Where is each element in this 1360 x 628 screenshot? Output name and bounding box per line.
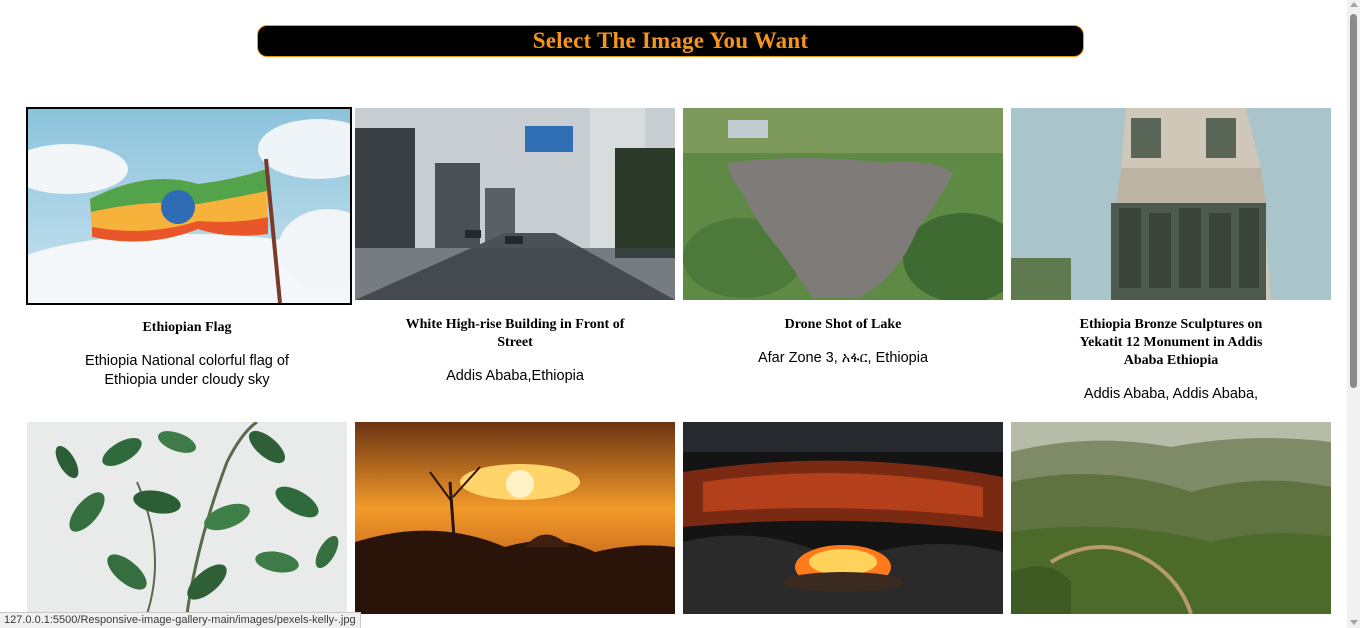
card-title: Drone Shot of Lake	[784, 317, 902, 332]
card-description: Ethiopia National colorful flag of Ethio…	[85, 353, 289, 388]
page-header: Select The Image You Want	[257, 25, 1084, 57]
card-title: Ethiopian Flag	[142, 320, 232, 335]
lava-lake-image[interactable]	[683, 422, 1003, 614]
lake-drone-image[interactable]	[683, 108, 1003, 300]
gallery-card-sunset[interactable]	[355, 422, 675, 614]
gallery-card-mountains[interactable]	[1011, 422, 1331, 614]
gallery-card-leaves[interactable]	[27, 422, 347, 614]
scrollbar-thumb[interactable]	[1350, 14, 1357, 388]
card-title: White High-rise Building in Front of Str…	[405, 317, 625, 350]
gallery-card-lake[interactable]: Drone Shot of Lake Afar Zone 3, አፋር, Eth…	[683, 108, 1003, 408]
card-description: Addis Ababa,Ethiopia	[446, 368, 584, 384]
scroll-down-icon[interactable]	[1350, 620, 1358, 625]
card-description: Addis Ababa, Addis Ababa,	[1083, 386, 1259, 402]
monument-image[interactable]	[1011, 108, 1331, 300]
card-description: Afar Zone 3, አፋር, Ethiopia	[757, 350, 929, 366]
green-leaves-image[interactable]	[27, 422, 347, 614]
ethiopian-flag-image[interactable]	[26, 107, 352, 305]
vertical-scrollbar[interactable]	[1347, 0, 1360, 628]
scroll-up-icon[interactable]	[1350, 2, 1358, 7]
gallery-card-lava[interactable]	[683, 422, 1003, 614]
card-title: Ethiopia Bronze Sculptures on Yekatit 12…	[1079, 317, 1263, 368]
mountain-road-image[interactable]	[1011, 422, 1331, 614]
status-bar-url: 127.0.0.1:5500/Responsive-image-gallery-…	[0, 612, 361, 628]
rainy-street-image[interactable]	[355, 108, 675, 300]
sunset-image[interactable]	[355, 422, 675, 614]
gallery-card-monument[interactable]: Ethiopia Bronze Sculptures on Yekatit 12…	[1011, 108, 1331, 408]
gallery-card-ethiopian-flag[interactable]: Ethiopian Flag Ethiopia National colorfu…	[26, 107, 352, 408]
page-title: Select The Image You Want	[532, 28, 809, 53]
gallery-card-street[interactable]: White High-rise Building in Front of Str…	[355, 108, 675, 408]
